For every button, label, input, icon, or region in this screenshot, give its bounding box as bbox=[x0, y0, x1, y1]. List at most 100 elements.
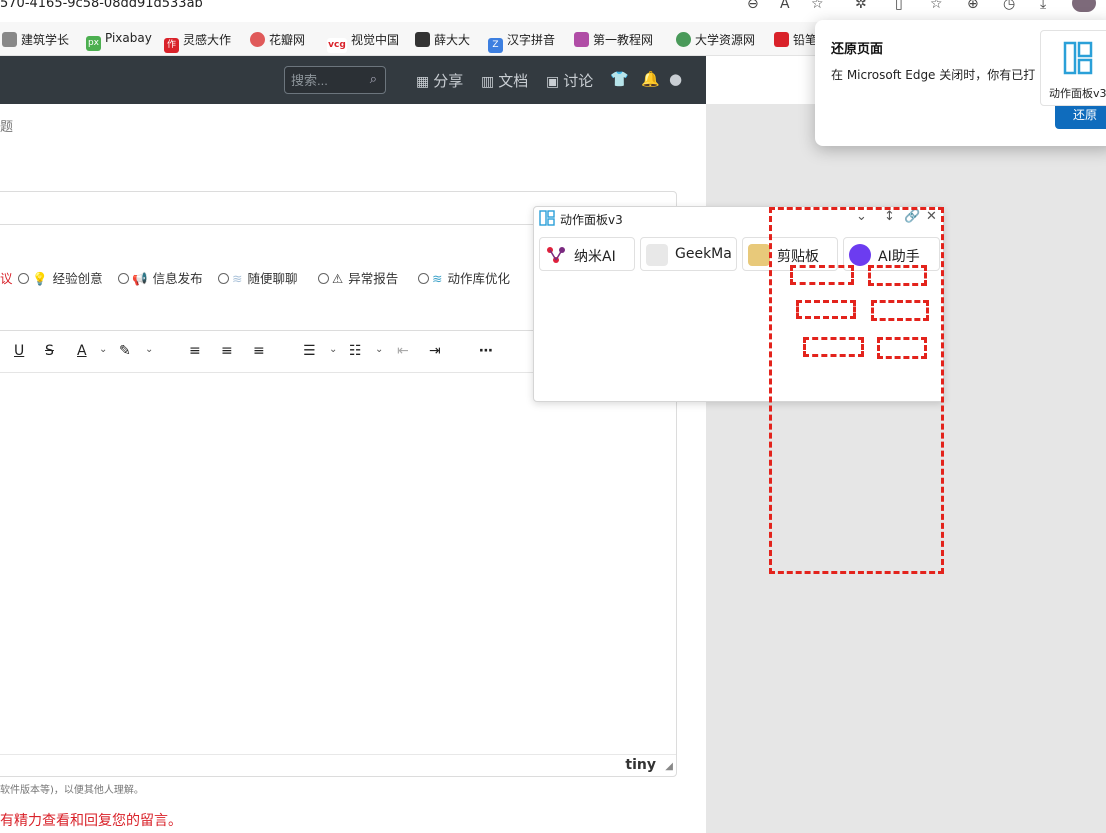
megaphone-icon: 📢 bbox=[132, 271, 148, 286]
favorite-link[interactable]: vcg 视觉中国 bbox=[327, 31, 399, 53]
category-announcement[interactable]: 📢 信息发布 bbox=[118, 268, 203, 287]
site-icon bbox=[2, 32, 17, 47]
action-geekmaker[interactable]: GeekMa bbox=[640, 237, 737, 271]
chevron-down-icon[interactable]: ⌄ bbox=[329, 344, 337, 355]
annotation-box bbox=[803, 337, 864, 357]
popup-title: 还原页面 bbox=[831, 42, 884, 57]
favorite-link[interactable]: 建筑学长 bbox=[2, 31, 69, 48]
panel-logo-icon bbox=[539, 210, 555, 226]
category-library[interactable]: ≋ 动作库优化 bbox=[418, 268, 510, 287]
site-icon bbox=[774, 32, 789, 47]
favorite-link[interactable]: Z 汉字拼音 bbox=[488, 31, 555, 53]
site-icon bbox=[676, 32, 691, 47]
tile-label: 动作面板v3 bbox=[1049, 87, 1106, 100]
warning-text: 有精力查看和回复您的留言。 bbox=[0, 813, 182, 829]
underline-icon[interactable]: U bbox=[14, 343, 24, 359]
radio-circle[interactable] bbox=[118, 273, 129, 284]
bullet-list-icon[interactable]: ☰ bbox=[303, 343, 316, 359]
pixabay-icon: px bbox=[86, 36, 101, 51]
address-bar[interactable]: 570-4165-9c58-08dd91d533ab ⊖ A ☆ ✲ ▯ ☆ ⊕… bbox=[0, 0, 1106, 20]
read-aloud-icon[interactable]: A bbox=[780, 0, 790, 12]
radio-circle[interactable] bbox=[318, 273, 329, 284]
editor-statusbar: tiny ◢ bbox=[0, 754, 676, 776]
site-icon: 作 bbox=[164, 38, 179, 53]
download-icon[interactable]: ⤓ bbox=[1040, 0, 1046, 12]
vcg-icon: vcg bbox=[327, 38, 347, 53]
numbered-list-icon[interactable]: ☷ bbox=[349, 343, 362, 359]
grid-icon: ▦ bbox=[416, 74, 430, 90]
history-icon[interactable]: ◷ bbox=[1003, 0, 1015, 12]
annotation-box bbox=[877, 337, 927, 359]
waves-icon: ≋ bbox=[432, 271, 443, 286]
site-navbar: ⌕ ▦分享 ▥文档 ▣讨论 👕 🔔 ● bbox=[0, 56, 706, 104]
annotation-box-large bbox=[769, 207, 944, 574]
extensions-icon[interactable]: ✲ bbox=[855, 0, 867, 12]
nav-share[interactable]: ▦ 分享 bbox=[416, 70, 463, 91]
search-input[interactable] bbox=[291, 72, 361, 88]
split-screen-icon[interactable]: ▯ bbox=[895, 0, 903, 12]
indent-icon[interactable]: ⇥ bbox=[429, 343, 441, 359]
comments-icon: ▣ bbox=[546, 74, 560, 90]
search-icon[interactable]: ⌕ bbox=[370, 72, 377, 87]
annotation-box bbox=[790, 265, 854, 285]
action-panel-tile[interactable]: 动作面板v3 bbox=[1040, 30, 1106, 106]
user-icon[interactable]: ● bbox=[669, 70, 682, 88]
chevron-down-icon[interactable]: ⌄ bbox=[145, 344, 153, 355]
popup-message: 在 Microsoft Edge 关闭时，你有已打 bbox=[831, 68, 1036, 82]
collections-icon[interactable]: ⊕ bbox=[967, 0, 979, 12]
zoom-out-icon[interactable]: ⊖ bbox=[747, 0, 759, 12]
category-experience[interactable]: 💡 经验创意 bbox=[18, 268, 103, 287]
bell-icon[interactable]: 🔔 bbox=[641, 70, 660, 88]
align-right-icon[interactable]: ≡ bbox=[253, 343, 265, 359]
favorite-link[interactable]: 作灵感大作 bbox=[164, 31, 231, 53]
favorite-link[interactable]: 薛大大 bbox=[415, 31, 470, 48]
lightbulb-icon: 💡 bbox=[32, 271, 48, 286]
warning-icon: ⚠ bbox=[332, 271, 344, 286]
favorite-link[interactable]: 铅笔 bbox=[774, 31, 817, 48]
help-text: 软件版本等)，以便其他人理解。 bbox=[0, 785, 144, 796]
profile-avatar[interactable] bbox=[1072, 0, 1096, 12]
radio-circle[interactable] bbox=[418, 273, 429, 284]
nav-docs[interactable]: ▥ 文档 bbox=[481, 70, 528, 91]
panel-title: 动作面板v3 bbox=[560, 213, 623, 227]
nami-ai-icon bbox=[545, 244, 567, 266]
resize-handle-icon[interactable]: ◢ bbox=[665, 761, 673, 772]
text-color-icon[interactable]: A bbox=[77, 343, 87, 359]
radio-circle[interactable] bbox=[18, 273, 29, 284]
clipboard-icon bbox=[748, 244, 770, 266]
favorites-icon[interactable]: ☆ bbox=[930, 0, 943, 12]
category-chat[interactable]: ≋ 随便聊聊 bbox=[218, 268, 298, 287]
favorite-star-icon[interactable]: ☆ bbox=[811, 0, 824, 12]
favorite-link[interactable]: 第一教程网 bbox=[574, 31, 653, 48]
favorite-link[interactable]: 花瓣网 bbox=[250, 31, 305, 48]
books-icon: ▥ bbox=[481, 74, 495, 90]
strikethrough-icon[interactable]: S bbox=[45, 343, 54, 359]
nav-discuss[interactable]: ▣ 讨论 bbox=[546, 70, 593, 91]
align-left-icon[interactable]: ≡ bbox=[189, 343, 201, 359]
favorite-link[interactable]: px Pixabay bbox=[86, 31, 152, 51]
annotation-box bbox=[871, 300, 929, 321]
favorite-link[interactable]: 大学资源网 bbox=[676, 31, 755, 48]
highlight-icon[interactable]: ✎ bbox=[119, 343, 131, 359]
title-label: 题 bbox=[0, 120, 14, 135]
chevron-down-icon[interactable]: ⌄ bbox=[99, 344, 107, 355]
radio-circle[interactable] bbox=[218, 273, 229, 284]
tshirt-icon[interactable]: 👕 bbox=[610, 70, 629, 88]
site-icon bbox=[415, 32, 430, 47]
tiny-logo: tiny bbox=[625, 757, 656, 773]
align-center-icon[interactable]: ≡ bbox=[221, 343, 233, 359]
annotation-box bbox=[796, 300, 856, 319]
category-bug-report[interactable]: ⚠ 异常报告 bbox=[318, 268, 398, 287]
search-box[interactable]: ⌕ bbox=[284, 66, 386, 94]
url-text[interactable]: 570-4165-9c58-08dd91d533ab bbox=[0, 0, 203, 11]
more-icon[interactable]: ⋯ bbox=[479, 343, 493, 359]
huaban-icon bbox=[250, 32, 265, 47]
chevron-down-icon[interactable]: ⌄ bbox=[375, 344, 383, 355]
category-suggestion[interactable]: 议 bbox=[0, 268, 13, 287]
site-icon bbox=[574, 32, 589, 47]
site-icon: Z bbox=[488, 38, 503, 53]
action-nami-ai[interactable]: 纳米AI bbox=[539, 237, 635, 271]
geekmaker-icon bbox=[646, 244, 668, 266]
panel-logo-icon bbox=[1063, 41, 1093, 75]
outdent-icon[interactable]: ⇤ bbox=[397, 343, 409, 359]
